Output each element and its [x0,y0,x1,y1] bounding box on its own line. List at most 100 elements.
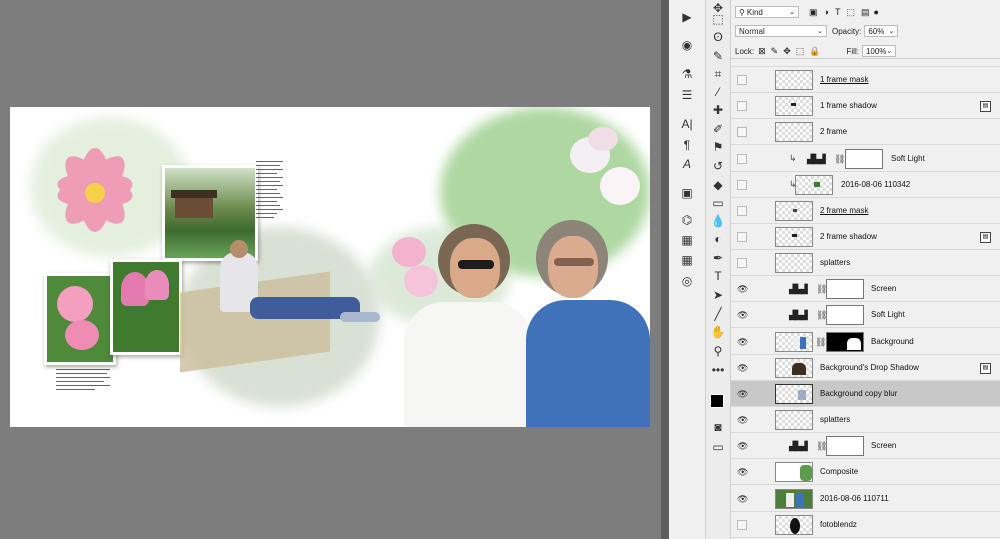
layer-name[interactable]: Background's Drop Shadow [820,363,919,372]
layer-row[interactable]: 👁 2016-08-06 110711 [731,486,1000,512]
eye-icon[interactable]: 👁 [737,284,748,294]
fill-field[interactable]: 100% ⌄ [861,45,896,57]
visibility-toggle[interactable] [737,127,747,137]
layer-name[interactable]: Soft Light [871,310,905,319]
type-icon[interactable]: T [709,268,727,284]
layer-row[interactable]: ↳ ▟▙▟ ⛓ Soft Light [731,146,1000,172]
creative-cloud-icon[interactable]: ◎ [678,273,696,289]
visibility-toggle[interactable] [737,232,747,242]
layer-name[interactable]: Screen [871,284,896,293]
brush-icon[interactable]: ✐ [709,121,727,137]
layer-row[interactable]: 👁 ▟▙▟ ⛓ Screen [731,276,1000,302]
visibility-toggle[interactable] [737,520,747,530]
layer-mask-thumbnail[interactable] [826,305,864,325]
eye-icon[interactable]: 👁 [737,363,748,373]
two-women-photo[interactable] [398,212,650,427]
layer-mask-thumbnail[interactable] [826,332,864,352]
history-brush-icon[interactable]: ↺ [709,158,727,174]
layer-style-icon[interactable]: ▤ [980,232,991,243]
channels-icon[interactable]: ◉ [678,37,696,53]
quick-mask-icon[interactable]: ◙ [709,419,727,435]
opacity-field[interactable]: 60% ⌄ [864,25,899,37]
layer-row[interactable]: 👁 ⛓ Background [731,329,1000,355]
more-icon[interactable]: ••• [709,362,727,378]
layer-mask-thumbnail[interactable] [845,149,883,169]
lotus-photo-1[interactable] [44,273,116,365]
eye-icon[interactable]: 👁 [737,415,748,425]
zoom-icon[interactable]: ⚲ [709,343,727,359]
layer-row[interactable]: 👁 splatters [731,407,1000,433]
layer-row[interactable]: 👁 Background's Drop Shadow ▤ [731,355,1000,381]
libraries-icon[interactable]: ▣ [678,185,696,201]
layer-name[interactable]: 2 frame shadow [820,232,877,241]
crop-icon[interactable]: ⌗ [709,66,727,82]
layer-name[interactable]: splatters [820,258,850,267]
eye-icon[interactable]: 👁 [737,389,748,399]
eye-icon[interactable]: 👁 [737,337,748,347]
layer-name[interactable]: Soft Light [891,154,925,163]
layer-name[interactable]: fotoblendz [820,520,857,529]
layer-row[interactable]: ↳ 2016-08-06 110342 [731,172,1000,198]
filter-toggle-icon[interactable]: ● [873,7,878,17]
eye-icon[interactable]: 👁 [737,494,748,504]
visibility-toggle[interactable] [737,206,747,216]
character-icon[interactable]: A| [678,116,696,132]
3d-icon[interactable]: ⌬ [678,212,696,228]
path-select-icon[interactable]: ➤ [709,287,727,303]
layer-row[interactable]: fotoblendz [731,512,1000,538]
lotus-photo-2[interactable] [110,259,182,355]
layer-name[interactable]: 2 frame [820,127,847,136]
grid-icon[interactable]: ▦ [678,252,696,268]
visibility-toggle[interactable] [737,154,747,164]
layer-name[interactable]: Background [871,337,914,346]
visibility-toggle[interactable] [737,258,747,268]
layer-mask-thumbnail[interactable] [826,436,864,456]
filter-kind-select[interactable]: ⚲ Kind ⌄ [735,6,799,18]
screen-mode-icon[interactable]: ▭ [709,439,727,455]
layer-name[interactable]: 2016-08-06 110711 [820,494,889,503]
layer-row[interactable]: 2 frame mask [731,198,1000,224]
shape-filter-icon[interactable]: ⬚ [846,7,855,18]
adjustment-filter-icon[interactable]: ◑ [824,7,829,17]
eraser-icon[interactable]: ◆ [709,177,727,193]
pen-icon[interactable]: ✒ [709,250,727,266]
layer-row[interactable]: 2 frame [731,119,1000,145]
layer-name[interactable]: Composite [820,467,858,476]
type-filter-icon[interactable]: T [835,7,841,17]
layer-style-icon[interactable]: ▤ [980,363,991,374]
eye-icon[interactable]: 👁 [737,310,748,320]
line-icon[interactable]: ╱ [709,306,727,322]
foreground-color-swatch[interactable] [710,394,724,408]
blur-icon[interactable]: 💧 [709,213,727,229]
lock-transparent-icon[interactable]: ⊠ [758,46,766,57]
visibility-toggle[interactable] [737,75,747,85]
eye-icon[interactable]: 👁 [737,467,748,477]
panel-divider[interactable] [661,0,669,539]
layer-name[interactable]: 1 frame mask [820,75,868,84]
layer-row-selected[interactable]: 👁 Background copy blur [731,381,1000,407]
eye-icon[interactable]: 👁 [737,441,748,451]
adjustments-icon[interactable]: ⚗ [678,66,696,82]
layer-mask-thumbnail[interactable] [826,279,864,299]
properties-icon[interactable]: ☰ [678,87,696,103]
layer-row[interactable]: 1 frame mask [731,67,1000,93]
dodge-icon[interactable]: ◐ [709,231,727,247]
canvas-area[interactable]: ▬▬▬▬▬▬▬▬▬ ▬▬▬▬▬▬▬▬ ▬▬▬▬▬▬▬▬▬ ▬▬▬▬▬▬▬ ▬▬▬▬▬▬▬… [0,0,661,539]
layer-name[interactable]: splatters [820,415,850,424]
eyedropper-icon[interactable]: ⁄ [709,84,727,100]
document-canvas[interactable]: ▬▬▬▬▬▬▬▬▬ ▬▬▬▬▬▬▬▬ ▬▬▬▬▬▬▬▬▬ ▬▬▬▬▬▬▬ ▬▬▬▬▬▬▬… [10,107,650,427]
layer-row[interactable]: splatters [731,250,1000,276]
visibility-toggle[interactable] [737,180,747,190]
layer-name[interactable]: 2 frame mask [820,206,868,215]
layer-row[interactable]: 👁 ▟▙▟ ⛓ Screen [731,433,1000,459]
layer-name[interactable]: 1 frame shadow [820,101,877,110]
lasso-icon[interactable]: ʘ [709,29,727,45]
hand-icon[interactable]: ✋ [709,324,727,340]
pixel-filter-icon[interactable]: ▣ [809,7,818,18]
smartobject-filter-icon[interactable]: ▤ [861,7,870,18]
lock-all-icon[interactable]: 🔒 [809,46,820,57]
layer-name[interactable]: Screen [871,441,896,450]
glyphs-icon[interactable]: A [678,156,696,172]
lock-artboard-icon[interactable]: ⬚ [796,46,805,57]
link-icon[interactable]: ⛓ [815,337,826,348]
